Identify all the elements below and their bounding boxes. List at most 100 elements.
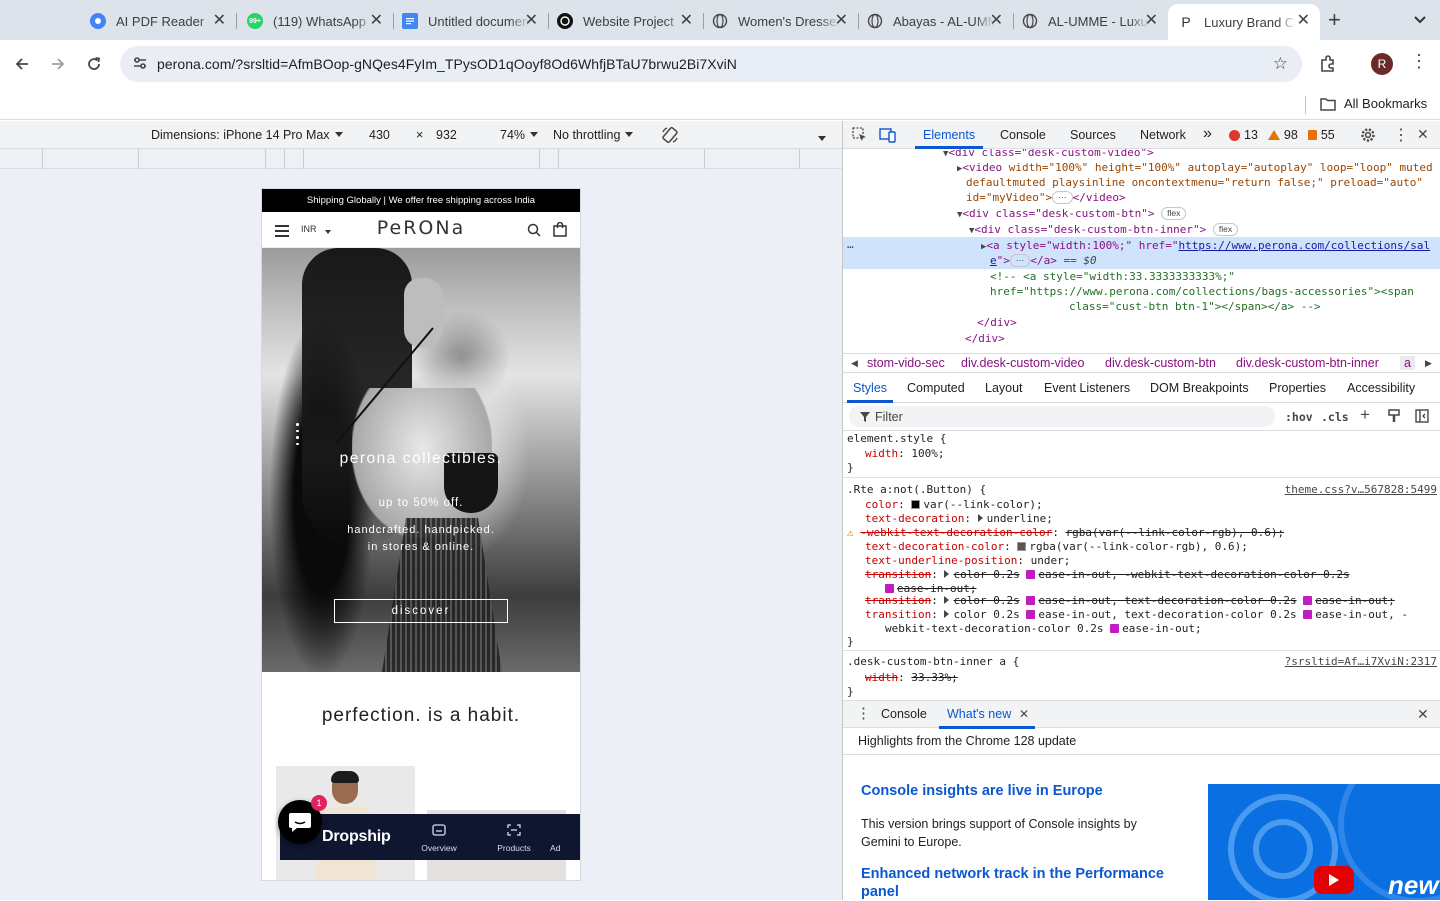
device-height-input[interactable]: 932 [436,128,457,142]
dom-comment[interactable]: class="cust-btn btn-1"></span></a> --> [1069,299,1321,315]
close-icon[interactable]: ✕ [213,12,226,30]
breadcrumb-right-arrow[interactable]: ▶ [1425,358,1432,369]
tab-whatsapp[interactable]: 99+ (119) WhatsApp ✕ [237,6,394,36]
hover-state-toggle[interactable]: :hov [1285,410,1313,424]
drawer-tab-console[interactable]: Console [881,707,927,721]
breadcrumb-item-current[interactable]: a [1400,356,1415,370]
color-swatch[interactable] [911,500,921,509]
close-icon[interactable]: ✕ [525,12,538,30]
css-declaration-overridden[interactable]: transition: color 0.2s ease-in-out, -web… [865,568,1350,582]
close-devtools-icon[interactable]: ✕ [1417,126,1429,143]
url-text[interactable]: perona.com/?srsltid=AfmBOop-gNQes4FyIm_T… [157,56,737,72]
tab-elements[interactable]: Elements [923,128,975,142]
devtools-menu-icon[interactable]: ⋮ [1393,125,1409,145]
paint-brush-icon[interactable] [1387,409,1401,423]
subtab-layout[interactable]: Layout [985,381,1023,395]
device-width-input[interactable]: 430 [369,128,390,142]
back-button[interactable] [8,50,36,78]
css-declaration[interactable]: width: 100%; [865,447,945,461]
extensions-icon[interactable] [1318,54,1338,74]
forward-button[interactable] [44,50,72,78]
breadcrumb-item[interactable]: div.desk-custom-video [961,356,1084,370]
breadcrumb-left-arrow[interactable]: ◀ [851,358,858,369]
dom-line[interactable]: ▼<div class="desk-custom-btn-inner"> fle… [969,222,1239,240]
bookmark-star-icon[interactable]: ☆ [1273,54,1288,74]
breadcrumb-item[interactable]: stom-vido-sec [867,356,945,370]
close-icon[interactable]: ✕ [1145,12,1158,30]
inspect-element-icon[interactable] [852,127,868,143]
tab-ai-pdf[interactable]: AI PDF Reader ✕ [80,6,237,36]
sidebar-toggle-icon[interactable] [1415,409,1429,423]
tab-luxury-brand[interactable]: P Luxury Brand Clothing ✕ [1168,4,1320,40]
subtab-properties[interactable]: Properties [1269,381,1326,395]
drawer-tab-whats-new[interactable]: What's new [947,707,1011,721]
close-icon[interactable]: ✕ [370,12,383,30]
close-drawer-icon[interactable]: ✕ [1417,706,1429,723]
dom-line[interactable]: ▼<div class="desk-custom-btn"> flex [957,206,1187,224]
tab-docs[interactable]: Untitled document ✕ [392,6,549,36]
css-source-link[interactable]: theme.css?v…567828:5499 [1285,483,1437,497]
dom-tree[interactable]: ▼<div class="desk-custom-video"> ▶<video… [843,149,1440,353]
dropship-overview-tab[interactable]: Overview [414,821,464,853]
color-swatch[interactable] [1017,542,1027,551]
profile-avatar[interactable]: R [1371,53,1393,75]
css-declaration-warning[interactable]: ⚠ -webkit-text-decoration-color: rgba(va… [847,526,1284,540]
dom-line[interactable]: </div> [977,315,1017,331]
device-toggle-icon[interactable] [879,127,897,143]
dom-line[interactable]: </div> [965,331,1005,347]
drawer-menu-icon[interactable]: ⋮ [856,704,871,722]
class-toggle[interactable]: .cls [1321,410,1349,424]
device-toolbar-menu[interactable] [818,132,826,146]
css-declaration[interactable]: color: var(--link-color); [865,498,1043,512]
address-bar[interactable]: perona.com/?srsltid=AfmBOop-gNQes4FyIm_T… [120,46,1302,82]
new-tab-button[interactable]: + [1328,8,1341,32]
css-declaration[interactable]: transition: color 0.2s ease-in-out, text… [865,608,1408,622]
zoom-select[interactable]: 74% [500,128,539,142]
media-query-ruler[interactable] [0,149,842,169]
device-dimensions-select[interactable]: Dimensions: iPhone 14 Pro Max [151,128,343,142]
issue-counters[interactable]: 13 98 55 [1229,128,1345,142]
css-declaration-overridden[interactable]: transition: color 0.2s ease-in-out, text… [865,594,1395,608]
throttling-select[interactable]: No throttling [553,128,634,142]
css-selector[interactable]: .Rte a:not(.Button) { [847,483,986,497]
dom-comment[interactable]: <!-- <a style="width:33.3333333333%;" [990,269,1235,285]
close-icon[interactable]: ✕ [990,12,1003,30]
hero-banner[interactable]: perona collectibles. up to 50% off. hand… [262,248,580,672]
dom-comment[interactable]: href="https://www.perona.com/collections… [990,284,1414,300]
close-icon[interactable]: ✕ [680,12,693,30]
whats-new-link[interactable]: Console insights are live in Europe [861,783,1103,799]
close-tab-icon[interactable]: ✕ [1019,707,1029,721]
more-tabs-icon[interactable]: » [1203,125,1212,143]
css-source-link[interactable]: ?srsltid=Af…i7XviN:2317 [1285,655,1437,669]
close-icon[interactable]: ✕ [1297,12,1310,30]
tab-sources[interactable]: Sources [1070,128,1116,142]
rotate-icon[interactable] [661,126,679,144]
subtab-accessibility[interactable]: Accessibility [1347,381,1415,395]
settings-gear-icon[interactable] [1360,127,1376,143]
bag-icon[interactable] [553,222,567,237]
tab-abayas[interactable]: Abayas - AL-UMME ✕ [857,6,1014,36]
search-icon[interactable] [527,223,541,237]
dom-line[interactable]: defaultmuted playsinline oncontextmenu="… [966,175,1423,191]
close-icon[interactable]: ✕ [835,12,848,30]
tab-womens-dresses[interactable]: Women's Dresses ✕ [702,6,859,36]
subtab-styles[interactable]: Styles [853,381,887,395]
discover-button[interactable]: discover [334,599,508,623]
reload-button[interactable] [80,50,108,78]
dropship-products-tab[interactable]: Products [489,821,539,853]
slider-dots[interactable] [296,423,299,449]
breadcrumb-item[interactable]: div.desk-custom-btn-inner [1236,356,1379,370]
browser-menu-icon[interactable]: ⋮ [1410,52,1428,70]
css-selector[interactable]: .desk-custom-btn-inner a { [847,655,1019,669]
youtube-play-icon[interactable] [1314,866,1354,894]
styles-filter-input[interactable] [849,406,1275,427]
css-declaration-overridden[interactable]: width: 33.33%; [865,671,958,685]
css-selector[interactable]: element.style { [847,432,946,446]
styles-pane[interactable]: element.style { width: 100%; } .Rte a:no… [843,431,1440,700]
subtab-event-listeners[interactable]: Event Listeners [1044,381,1130,395]
dom-line-ellipsis[interactable]: … [847,237,854,253]
site-settings-icon[interactable] [132,55,148,71]
tab-search-button[interactable] [1406,8,1434,32]
tab-website-project[interactable]: Website Project ✕ [547,6,704,36]
breadcrumb-item[interactable]: div.desk-custom-btn [1105,356,1216,370]
